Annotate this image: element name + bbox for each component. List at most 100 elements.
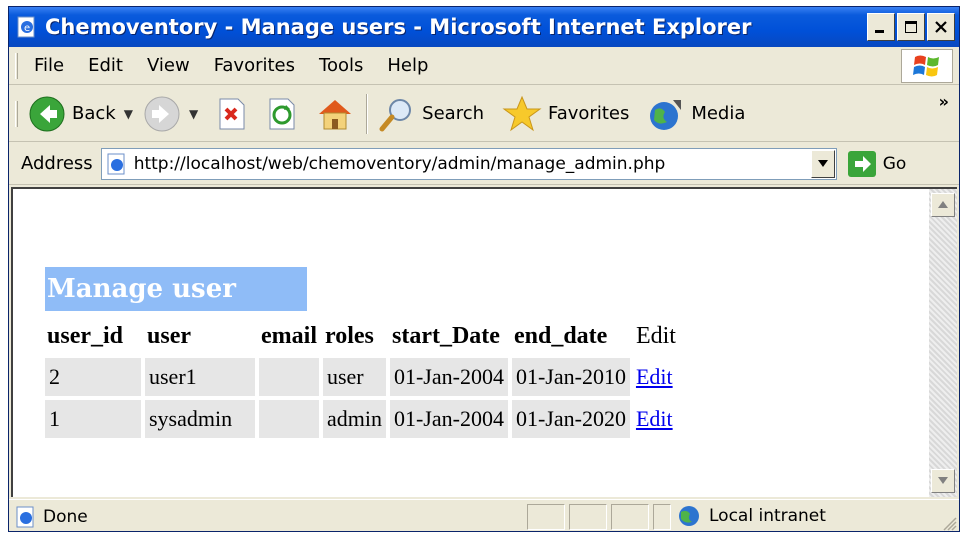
svg-text:e: e	[24, 23, 30, 34]
favorites-star-icon	[502, 95, 542, 131]
home-button[interactable]	[316, 96, 354, 132]
refresh-icon	[269, 98, 295, 129]
cell-end-date: 01-Jan-2020	[511, 400, 630, 438]
cell-edit: Edit	[634, 358, 678, 396]
menu-view[interactable]: View	[145, 53, 192, 78]
resize-grip-icon[interactable]	[941, 515, 957, 531]
cell-end-date: 01-Jan-2010	[511, 358, 630, 396]
forward-dropdown-icon[interactable]: ▼	[189, 107, 198, 121]
stop-button[interactable]	[216, 97, 248, 131]
menu-edit[interactable]: Edit	[86, 53, 125, 78]
address-url: http://localhost/web/chemoventory/admin/…	[133, 153, 666, 174]
table-row: 1 sysadmin admin 01-Jan-2004 01-Jan-2020…	[45, 400, 678, 438]
stop-icon	[219, 98, 245, 129]
address-label: Address	[21, 153, 93, 174]
zone-label: Local intranet	[709, 506, 826, 526]
security-zone[interactable]: Local intranet	[675, 504, 826, 528]
col-user-id: user_id	[47, 323, 124, 349]
scroll-down-button[interactable]	[931, 469, 955, 493]
go-arrow-icon	[847, 150, 876, 177]
back-dropdown-icon[interactable]: ▼	[124, 107, 133, 121]
col-end-date: end_date	[513, 323, 608, 349]
menu-tools[interactable]: Tools	[317, 53, 365, 78]
minimize-icon	[875, 30, 884, 33]
status-pane	[569, 504, 607, 530]
status-pane	[527, 504, 565, 530]
refresh-button[interactable]	[266, 97, 298, 131]
page-icon	[16, 506, 34, 527]
go-label: Go	[882, 153, 907, 174]
cell-user: user1	[145, 358, 255, 396]
edit-link[interactable]: Edit	[636, 364, 673, 389]
favorites-label: Favorites	[548, 103, 630, 124]
status-pane	[653, 504, 671, 530]
table-row: 2 user1 user 01-Jan-2004 01-Jan-2010 Edi…	[45, 358, 678, 396]
standard-toolbar: Back ▼ ▼ Search Favorites Media »	[9, 86, 959, 142]
cell-start-date: 01-Jan-2004	[389, 358, 508, 396]
cell-email	[259, 358, 319, 396]
cell-edit: Edit	[634, 400, 678, 438]
cell-user: sysadmin	[145, 400, 255, 438]
go-button[interactable]: Go	[847, 150, 907, 178]
ie-page-icon: e	[17, 16, 35, 38]
back-arrow-icon	[29, 96, 65, 131]
window-title: Chemoventory - Manage users - Microsoft …	[45, 15, 752, 39]
menu-bar: File Edit View Favorites Tools Help	[9, 47, 959, 85]
col-roles: roles	[324, 323, 374, 349]
toolbar-overflow-icon[interactable]: »	[939, 92, 949, 111]
page-icon	[107, 153, 125, 174]
cell-user-id: 2	[45, 358, 141, 396]
menu-favorites[interactable]: Favorites	[212, 53, 297, 78]
vertical-scrollbar[interactable]	[929, 189, 957, 497]
chevron-down-icon	[817, 159, 828, 167]
cell-user-id: 1	[45, 400, 141, 438]
home-icon	[319, 99, 352, 129]
status-pane	[611, 504, 649, 530]
close-icon	[935, 21, 947, 33]
col-user: user	[147, 323, 191, 349]
search-label: Search	[422, 103, 485, 124]
title-bar[interactable]: e Chemoventory - Manage users - Microsof…	[9, 7, 959, 47]
forward-arrow-icon	[144, 96, 180, 131]
chevron-down-icon	[938, 477, 948, 484]
back-button[interactable]: Back ▼	[28, 95, 133, 133]
back-label: Back	[72, 103, 116, 124]
cell-email	[259, 400, 319, 438]
status-bar: Done Local intranet	[9, 499, 959, 531]
chevron-up-icon	[938, 201, 948, 208]
col-start-date: start_Date	[391, 323, 500, 349]
users-table: user_id user email roles start_Date end_…	[41, 315, 682, 442]
close-button[interactable]	[927, 13, 955, 41]
windows-flag-icon	[913, 55, 939, 77]
minimize-button[interactable]	[867, 13, 895, 41]
menu-file[interactable]: File	[32, 53, 66, 78]
forward-button[interactable]: ▼	[143, 95, 198, 133]
search-icon	[379, 98, 412, 131]
page-content: Manage user user_id user email roles sta…	[11, 187, 957, 497]
status-text: Done	[43, 506, 88, 527]
scroll-up-button[interactable]	[931, 193, 955, 217]
cell-roles: admin	[322, 400, 386, 438]
edit-link[interactable]: Edit	[636, 406, 673, 431]
toolbar-grip[interactable]	[15, 100, 18, 127]
cell-roles: user	[322, 358, 386, 396]
media-button[interactable]: Media	[647, 96, 745, 132]
media-label: Media	[691, 103, 746, 124]
search-button[interactable]: Search	[378, 96, 484, 132]
maximize-icon	[905, 21, 917, 33]
table-header-row: user_id user email roles start_Date end_…	[45, 319, 678, 354]
toolbar-separator	[366, 93, 369, 134]
page-heading: Manage user	[45, 267, 307, 311]
address-bar: Address http://localhost/web/chemoventor…	[9, 143, 959, 185]
address-input[interactable]: http://localhost/web/chemoventory/admin/…	[100, 147, 837, 180]
col-edit: Edit	[635, 323, 676, 349]
menu-help[interactable]: Help	[385, 53, 430, 78]
address-dropdown-button[interactable]	[810, 149, 835, 178]
menu-grip[interactable]	[15, 52, 18, 79]
media-globe-icon	[650, 99, 682, 130]
browser-window: e Chemoventory - Manage users - Microsof…	[8, 6, 960, 532]
cell-start-date: 01-Jan-2004	[389, 400, 508, 438]
col-email: email	[261, 323, 317, 349]
favorites-button[interactable]: Favorites	[502, 95, 629, 133]
maximize-button[interactable]	[897, 13, 925, 41]
